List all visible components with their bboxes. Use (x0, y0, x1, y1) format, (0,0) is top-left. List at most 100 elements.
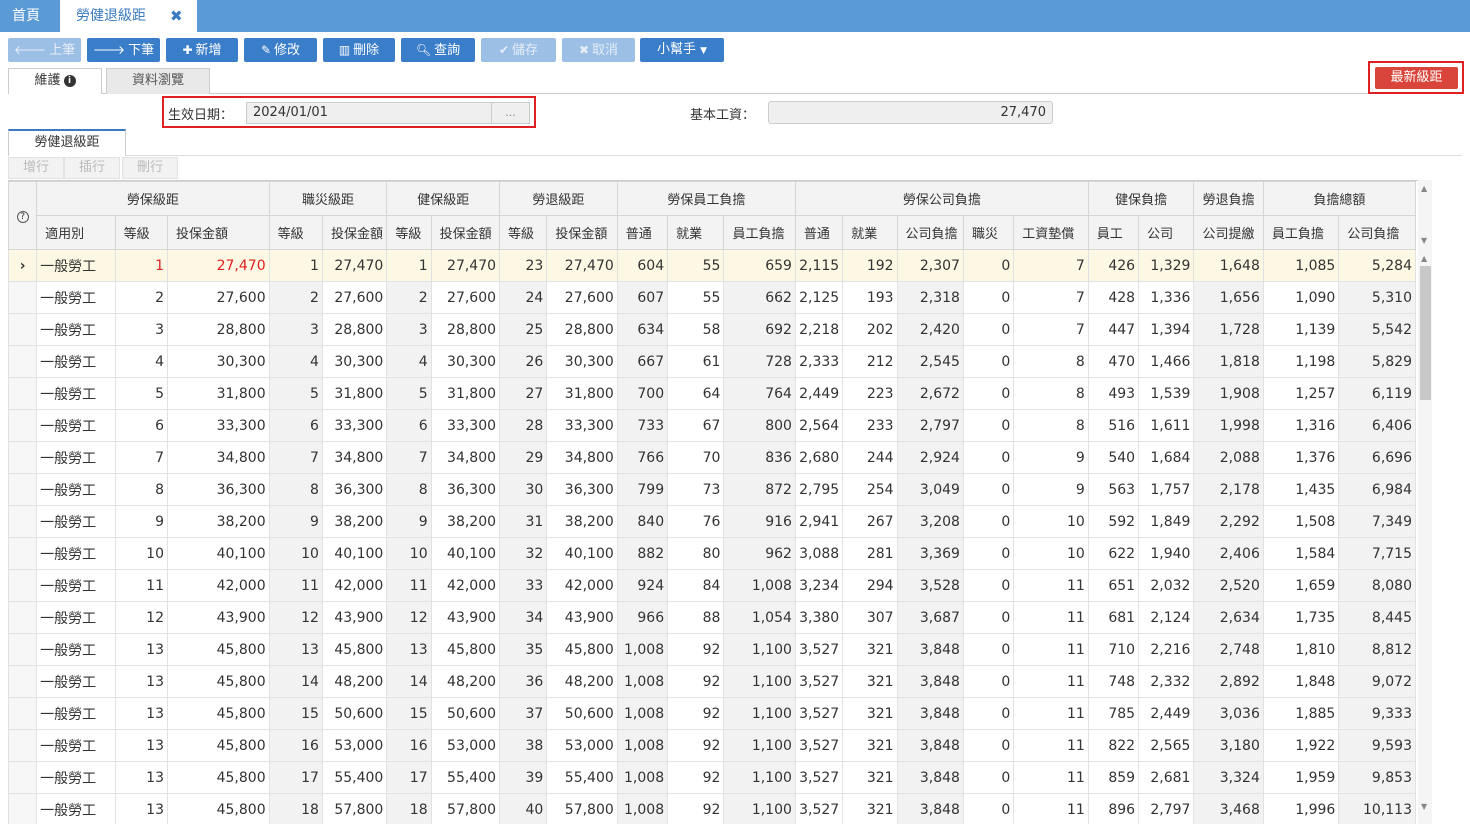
column-header[interactable]: 投保金額 (430, 215, 501, 250)
table-cell[interactable]: 一般勞工 (36, 473, 116, 506)
table-cell[interactable]: 0 (962, 441, 1015, 474)
table-cell[interactable]: 一般勞工 (36, 633, 116, 666)
table-cell[interactable]: 28,800 (430, 313, 501, 346)
delete-row-button[interactable]: 刪行 (122, 157, 178, 179)
table-cell[interactable]: 3,527 (794, 761, 844, 794)
column-header[interactable]: 員工負擔 (723, 215, 796, 250)
table-cell[interactable]: 1,908 (1193, 377, 1264, 410)
table-cell[interactable]: 882 (616, 537, 669, 570)
table-cell[interactable]: 1,198 (1262, 345, 1340, 378)
table-cell[interactable]: 2,634 (1193, 601, 1264, 634)
table-cell[interactable]: 8 (1013, 377, 1089, 410)
table-cell[interactable]: 1,100 (723, 793, 796, 824)
table-cell[interactable]: 1,818 (1193, 345, 1264, 378)
table-cell[interactable]: 38,200 (321, 505, 388, 538)
table-cell[interactable]: 924 (616, 569, 669, 602)
table-cell[interactable]: 3,848 (896, 697, 964, 730)
table-cell[interactable]: 7 (1013, 249, 1089, 282)
table-cell[interactable]: 13 (114, 729, 168, 762)
table-cell[interactable]: 1 (386, 249, 432, 282)
table-cell[interactable]: 17 (386, 761, 432, 794)
table-cell[interactable]: 1,100 (723, 697, 796, 730)
table-cell[interactable]: 30,300 (546, 345, 618, 378)
table-cell[interactable]: 50,600 (546, 697, 618, 730)
table-cell[interactable]: 一般勞工 (36, 409, 116, 442)
table-cell[interactable]: 766 (616, 441, 669, 474)
table-cell[interactable]: 13 (268, 633, 323, 666)
table-cell[interactable]: 2 (268, 281, 323, 314)
table-cell[interactable]: 3,468 (1193, 793, 1264, 824)
table-cell[interactable]: 1 (114, 249, 168, 282)
table-cell[interactable]: 3,528 (896, 569, 964, 602)
table-cell[interactable]: 1,376 (1262, 441, 1340, 474)
table-cell[interactable]: 33 (499, 569, 548, 602)
table-cell[interactable]: 667 (616, 345, 669, 378)
table-cell[interactable]: 92 (667, 729, 725, 762)
table-cell[interactable]: 一般勞工 (36, 665, 116, 698)
column-header[interactable]: 投保金額 (321, 215, 388, 250)
table-cell[interactable]: 92 (667, 665, 725, 698)
add-row-button[interactable]: 增行 (8, 157, 64, 179)
table-cell[interactable]: 10 (1013, 505, 1089, 538)
table-cell[interactable]: 1,728 (1193, 313, 1264, 346)
table-cell[interactable]: 36,300 (546, 473, 618, 506)
table-cell[interactable]: 1,998 (1193, 409, 1264, 442)
table-cell[interactable]: 1,008 (616, 761, 669, 794)
column-header[interactable]: 職災 (962, 215, 1015, 250)
table-cell[interactable]: 11 (114, 569, 168, 602)
table-cell[interactable]: 7 (268, 441, 323, 474)
row-indicator[interactable] (8, 409, 38, 442)
table-cell[interactable]: 8 (268, 473, 323, 506)
table-cell[interactable]: 11 (1013, 729, 1089, 762)
table-cell[interactable]: 254 (842, 473, 898, 506)
table-cell[interactable]: 0 (962, 729, 1015, 762)
vertical-scrollbar[interactable]: ▲ ▼ (1418, 252, 1432, 824)
table-cell[interactable]: 2,088 (1193, 441, 1264, 474)
table-cell[interactable]: 1,008 (616, 633, 669, 666)
table-cell[interactable]: 896 (1087, 793, 1140, 824)
table-cell[interactable]: 88 (667, 601, 725, 634)
scroll-up-icon[interactable]: ▲ (1421, 254, 1427, 263)
table-cell[interactable]: 192 (842, 249, 898, 282)
table-cell[interactable]: 3 (386, 313, 432, 346)
table-cell[interactable]: 3,234 (794, 569, 844, 602)
column-header[interactable]: 投保金額 (166, 215, 270, 250)
table-cell[interactable]: 681 (1087, 601, 1140, 634)
table-cell[interactable]: 25 (499, 313, 548, 346)
table-cell[interactable]: 748 (1087, 665, 1140, 698)
table-cell[interactable]: 5,829 (1338, 345, 1416, 378)
table-cell[interactable]: 1,684 (1138, 441, 1195, 474)
table-cell[interactable]: 1,922 (1262, 729, 1340, 762)
table-cell[interactable]: 9,333 (1338, 697, 1416, 730)
table-row[interactable]: 一般勞工 4 30,300 4 30,300 4 30,300 26 30,300 667 61 72… (8, 345, 1416, 378)
table-cell[interactable]: 1,008 (723, 569, 796, 602)
table-cell[interactable]: 53,000 (321, 729, 388, 762)
table-cell[interactable]: 785 (1087, 697, 1140, 730)
table-cell[interactable]: 1,539 (1138, 377, 1195, 410)
table-cell[interactable]: 11 (1013, 793, 1089, 824)
table-cell[interactable]: 3,848 (896, 729, 964, 762)
table-cell[interactable]: 1,008 (616, 697, 669, 730)
table-cell[interactable]: 4 (114, 345, 168, 378)
row-indicator[interactable] (8, 281, 38, 314)
table-cell[interactable]: 2,795 (794, 473, 844, 506)
table-cell[interactable]: 18 (386, 793, 432, 824)
table-cell[interactable]: 426 (1087, 249, 1140, 282)
table-cell[interactable]: 34,800 (166, 441, 270, 474)
table-cell[interactable]: 9,853 (1338, 761, 1416, 794)
table-cell[interactable]: 836 (723, 441, 796, 474)
scroll-down-icon[interactable]: ▼ (1421, 236, 1427, 245)
table-cell[interactable]: 2,797 (1138, 793, 1195, 824)
table-cell[interactable]: 11 (1013, 601, 1089, 634)
row-indicator[interactable] (8, 569, 38, 602)
column-header[interactable]: 等級 (268, 215, 323, 250)
table-cell[interactable]: 32 (499, 537, 548, 570)
table-cell[interactable]: 45,800 (166, 793, 270, 824)
save-button[interactable]: ✔ 儲存 (481, 38, 556, 62)
table-cell[interactable]: 233 (842, 409, 898, 442)
table-cell[interactable]: 7,349 (1338, 505, 1416, 538)
table-cell[interactable]: 0 (962, 601, 1015, 634)
table-cell[interactable]: 55,400 (321, 761, 388, 794)
table-cell[interactable]: 一般勞工 (36, 601, 116, 634)
table-cell[interactable]: 516 (1087, 409, 1140, 442)
